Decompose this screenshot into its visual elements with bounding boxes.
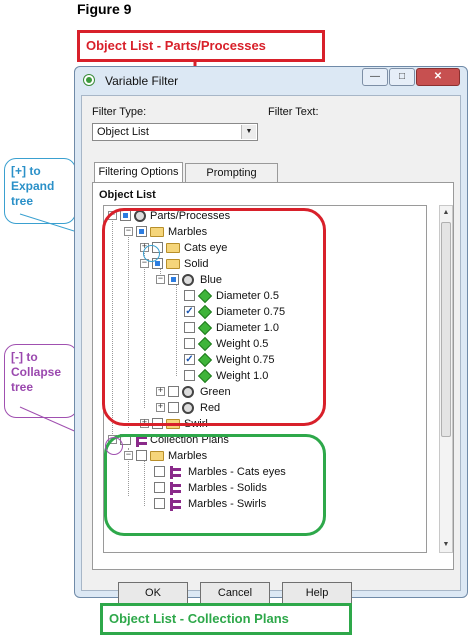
tab-filtering-options[interactable]: Filtering Options — [94, 162, 183, 183]
collection-plans-highlight — [104, 434, 326, 536]
filter-type-select[interactable]: Object List ▼ — [92, 123, 258, 141]
object-list-title: Object List — [99, 189, 156, 201]
window-title: Variable Filter — [105, 74, 179, 88]
expand-highlight-circle — [143, 245, 160, 262]
cancel-button[interactable]: Cancel — [200, 582, 270, 604]
tree-scrollbar[interactable]: ▲ ▼ — [439, 205, 453, 553]
help-button[interactable]: Help — [282, 582, 352, 604]
maximize-button[interactable]: □ — [389, 68, 415, 86]
chevron-down-icon[interactable]: ▼ — [241, 125, 256, 139]
close-button[interactable]: ✕ — [416, 68, 460, 86]
filter-type-label: Filter Type: — [92, 106, 147, 118]
ok-button[interactable]: OK — [118, 582, 188, 604]
collapse-highlight-circle — [105, 437, 123, 455]
parts-processes-highlight — [102, 208, 326, 426]
scroll-down-icon[interactable]: ▼ — [441, 539, 451, 551]
scroll-up-icon[interactable]: ▲ — [441, 207, 451, 219]
tab-prompting-options[interactable]: Prompting Options — [185, 163, 278, 198]
filter-text-label: Filter Text: — [268, 106, 319, 118]
app-icon — [83, 74, 95, 86]
title-bar: Variable Filter — □ ✕ — [75, 67, 467, 95]
filter-type-value: Object List — [97, 126, 149, 138]
callout-collection-plans: Object List - Collection Plans — [100, 603, 352, 635]
minimize-button[interactable]: — — [362, 68, 388, 86]
scroll-thumb[interactable] — [441, 222, 451, 437]
